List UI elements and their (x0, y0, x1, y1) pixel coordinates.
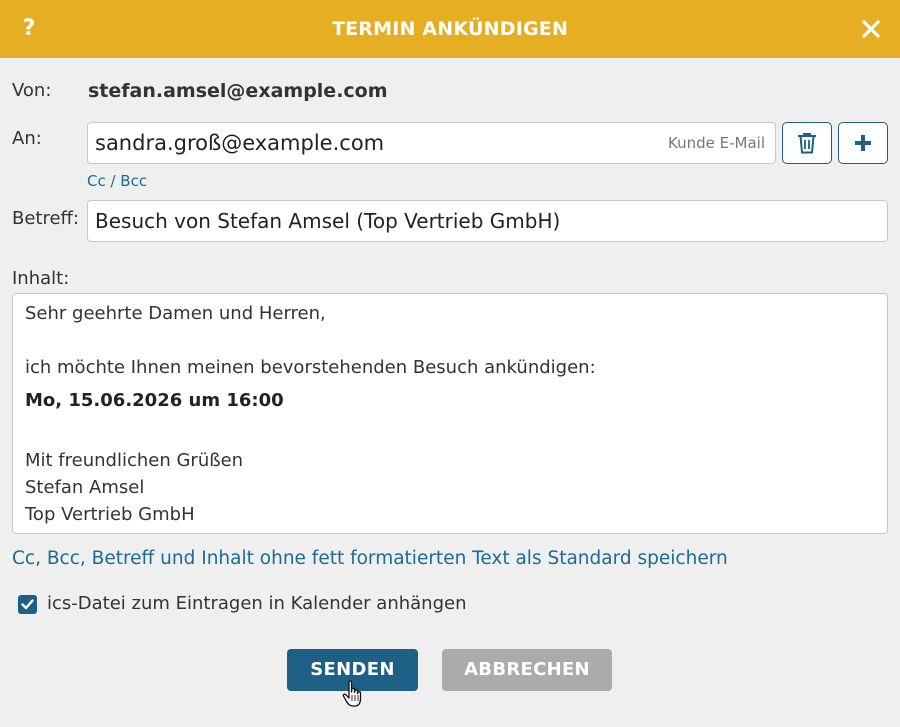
content-editor[interactable]: Sehr geehrte Damen und Herren, ich möcht… (12, 293, 888, 534)
to-email-value: sandra.groß@example.com (95, 131, 385, 155)
content-intro: ich möchte Ihnen meinen bevorstehenden B… (25, 357, 596, 378)
plus-icon (855, 135, 871, 151)
attach-ics-checkbox[interactable] (18, 595, 37, 614)
dialog-title: TERMIN ANKÜNDIGEN (331, 18, 569, 40)
check-icon (21, 599, 34, 610)
to-label: An: (12, 128, 42, 149)
content-closing: Mit freundlichen Grüßen (25, 450, 244, 471)
to-email-input[interactable]: sandra.groß@example.com Kunde E-Mail (87, 122, 776, 164)
trash-icon (798, 133, 816, 154)
content-label: Inhalt: (12, 268, 70, 289)
cc-bcc-link[interactable]: Cc / Bcc (87, 172, 147, 190)
subject-label: Betreff: (12, 208, 80, 229)
content-greeting: Sehr geehrte Damen und Herren, (25, 303, 326, 324)
subject-value: Besuch von Stefan Amsel (Top Vertrieb Gm… (95, 209, 561, 233)
close-button[interactable] (856, 0, 886, 58)
close-icon (862, 20, 880, 38)
save-default-link[interactable]: Cc, Bcc, Betreff und Inhalt ohne fett fo… (12, 548, 728, 569)
help-button[interactable]: ? (14, 0, 44, 58)
from-label: Von: (12, 80, 52, 101)
hand-cursor-icon (342, 680, 362, 707)
to-email-hint: Kunde E-Mail (668, 134, 765, 152)
cancel-button[interactable]: ABBRECHEN (442, 649, 612, 691)
content-signature-name: Stefan Amsel (25, 477, 145, 498)
add-recipient-button[interactable] (838, 122, 888, 164)
attach-ics-label[interactable]: ics-Datei zum Eintragen in Kalender anhä… (47, 593, 466, 614)
content-date: Mo, 15.06.2026 um 16:00 (25, 390, 284, 411)
dialog-header: TERMIN ANKÜNDIGEN ? (0, 0, 900, 58)
subject-input[interactable]: Besuch von Stefan Amsel (Top Vertrieb Gm… (87, 200, 888, 242)
content-signature-company: Top Vertrieb GmbH (25, 504, 195, 525)
delete-recipient-button[interactable] (782, 122, 832, 164)
from-value: stefan.amsel@example.com (88, 80, 388, 102)
